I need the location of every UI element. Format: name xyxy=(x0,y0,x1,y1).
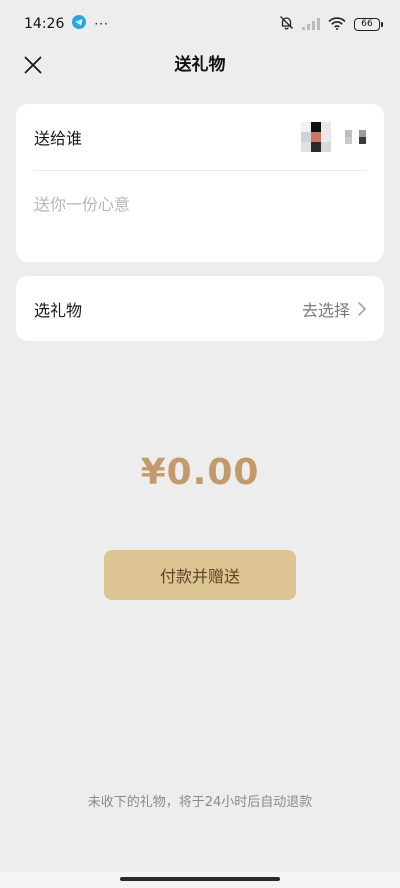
recipient-name-pixelated xyxy=(345,130,366,144)
nav-bar: 送礼物 xyxy=(0,48,400,82)
page-title: 送礼物 xyxy=(174,55,226,75)
choose-gift-label: 去选择 xyxy=(301,300,350,320)
battery-icon: 66 xyxy=(354,17,383,31)
status-bar: 14:26 ··· 66 xyxy=(0,0,400,48)
telegram-icon xyxy=(72,15,87,33)
recipient-card: 送给谁 xyxy=(16,104,384,262)
select-gift-label: 选礼物 xyxy=(34,300,83,320)
recipient-avatars[interactable] xyxy=(301,122,366,152)
gift-message-input[interactable] xyxy=(34,184,366,224)
refund-notice: 未收下的礼物，将于24小时后自动退款 xyxy=(87,795,313,810)
recipient-row[interactable]: 送给谁 xyxy=(34,120,366,154)
home-indicator[interactable] xyxy=(120,877,280,881)
recipient-label: 送给谁 xyxy=(34,129,83,148)
wifi-icon xyxy=(328,15,346,34)
status-left: 14:26 ··· xyxy=(24,15,109,33)
pay-and-send-button[interactable]: 付款并赠送 xyxy=(104,550,296,600)
gift-card[interactable]: 选礼物 去选择 xyxy=(16,276,384,341)
divider xyxy=(34,170,366,171)
bell-muted-icon xyxy=(279,15,294,34)
chevron-right-icon xyxy=(358,301,366,316)
status-right: 66 xyxy=(279,15,383,34)
choose-gift-link[interactable]: 去选择 xyxy=(302,297,366,321)
cellular-signal-icon xyxy=(302,15,320,34)
select-gift-row[interactable]: 选礼物 去选择 xyxy=(34,276,366,341)
gift-amount: ¥0.00 xyxy=(140,452,260,493)
status-time: 14:26 xyxy=(24,16,65,32)
more-notifications-indicator: ··· xyxy=(94,17,109,31)
recipient-avatar[interactable] xyxy=(301,122,331,152)
